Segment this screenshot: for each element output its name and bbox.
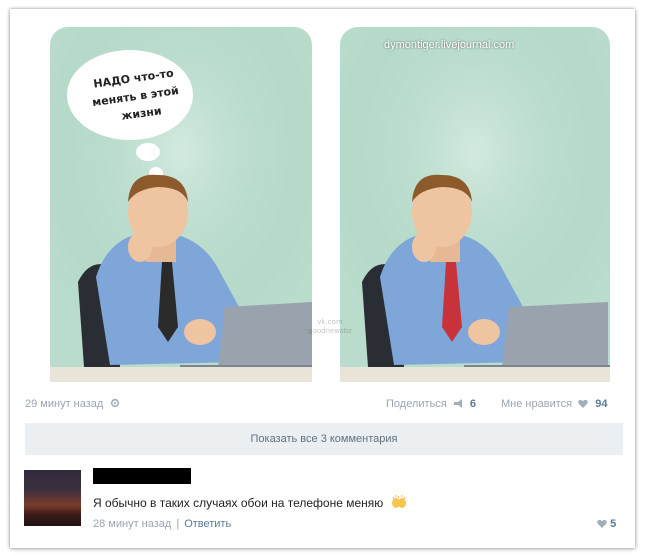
comic-image[interactable]: НАДО что-то менять в этой жизни vk.com g…: [50, 27, 610, 387]
gear-icon[interactable]: [110, 398, 120, 411]
show-all-comments-button[interactable]: Показать все 3 комментария: [25, 423, 623, 455]
reply-link[interactable]: Ответить: [184, 518, 231, 530]
comment-like-count: 5: [610, 518, 617, 530]
share-count: 6: [469, 398, 476, 410]
like-button[interactable]: Мне нравится 94: [501, 398, 607, 411]
raised-hands-emoji-icon: [391, 495, 407, 512]
comment-like-button[interactable]: 5: [597, 518, 616, 530]
share-label: Поделиться: [386, 398, 447, 410]
avatar[interactable]: [24, 470, 81, 526]
heart-icon: [578, 399, 588, 411]
like-count: 94: [595, 398, 608, 410]
comic-panel-left: НАДО что-то менять в этой жизни: [50, 27, 312, 382]
post-timestamp[interactable]: 29 минут назад: [25, 398, 120, 411]
comment-time[interactable]: 28 минут назад: [93, 518, 171, 530]
megaphone-icon: [453, 399, 463, 411]
redacted-author-name[interactable]: [93, 468, 191, 484]
comment-text: Я обычно в таких случаях обои на телефон…: [93, 496, 384, 510]
comment-body: Я обычно в таких случаях обои на телефон…: [93, 495, 407, 512]
meta-separator: |: [176, 518, 180, 530]
like-label: Мне нравится: [501, 398, 573, 410]
svg-text:vk.com: vk.com: [317, 318, 343, 326]
post-time[interactable]: 29 минут назад: [25, 398, 103, 410]
comment-meta: 28 минут назад | Ответить: [93, 518, 231, 530]
svg-text:goodnewsbz: goodnewsbz: [308, 327, 352, 335]
comic-panel-right: [340, 27, 610, 382]
heart-icon: [597, 518, 610, 530]
site-watermark: dymontiger.livejournal.com: [384, 39, 515, 51]
share-button[interactable]: Поделиться 6: [386, 398, 476, 411]
